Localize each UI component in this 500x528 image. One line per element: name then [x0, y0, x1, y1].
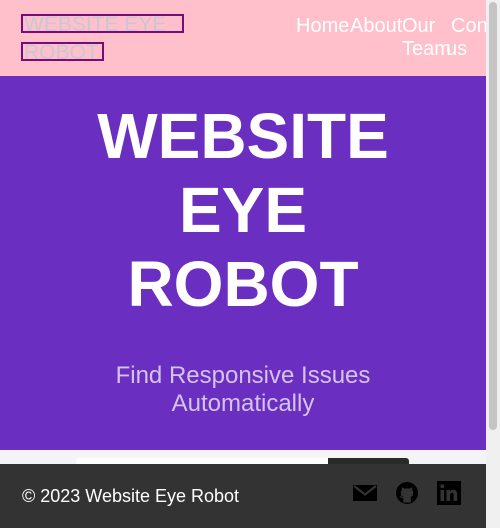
- hero-title-line3: ROBOT: [127, 248, 359, 320]
- hero-subtitle-line2: Automatically: [171, 390, 315, 417]
- nav-about-link[interactable]: About: [350, 16, 402, 36]
- nav-our-team-link-line2[interactable]: Team: [402, 39, 451, 59]
- page-scrollbar[interactable]: [486, 0, 500, 528]
- copyright-text: © 2023 Website Eye Robot: [22, 486, 240, 506]
- logo-link-line2[interactable]: ROBOT: [21, 42, 104, 61]
- nav-our-team-link[interactable]: Our: [402, 16, 435, 36]
- hero-subtitle: Find Responsive Issues Automatically: [0, 362, 486, 418]
- hero-title-line1: WEBSITE: [97, 100, 389, 172]
- linkedin-icon[interactable]: [436, 480, 462, 506]
- nav-contact-link-line2[interactable]: us: [446, 39, 467, 59]
- github-icon[interactable]: [394, 480, 420, 506]
- nav-home-link[interactable]: Home: [296, 16, 349, 36]
- mail-icon[interactable]: [352, 480, 378, 506]
- hero-subtitle-line1: Find Responsive Issues: [115, 362, 371, 389]
- logo-link[interactable]: WEBSITE EYE: [21, 14, 184, 33]
- hero-title: WEBSITE EYE ROBOT: [0, 99, 486, 321]
- hero-title-line2: EYE: [178, 174, 308, 246]
- scrollbar-thumb[interactable]: [489, 2, 497, 430]
- nav-contact-link[interactable]: Con: [451, 16, 488, 36]
